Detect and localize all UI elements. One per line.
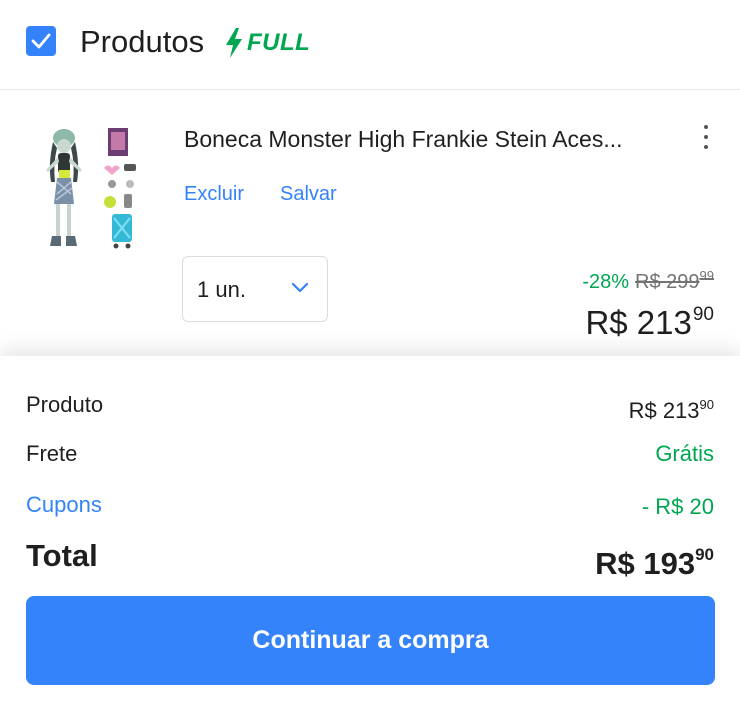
more-options-icon bbox=[704, 135, 708, 139]
original-price-integer: R$ 299 bbox=[635, 271, 700, 293]
original-price: R$ 29999 bbox=[635, 268, 714, 293]
summary-product-value-cents: 90 bbox=[699, 397, 714, 412]
product-title[interactable]: Boneca Monster High Frankie Stein Aces..… bbox=[184, 124, 684, 154]
chevron-down-icon bbox=[291, 282, 309, 293]
more-options-icon bbox=[704, 125, 708, 129]
full-badge-label: FULL bbox=[247, 29, 311, 56]
current-price-integer: R$ 213 bbox=[585, 304, 692, 341]
section-title: Produtos bbox=[80, 24, 205, 59]
quantity-select[interactable]: 1 un. bbox=[182, 256, 328, 322]
summary-total-value: R$ 19390 bbox=[595, 536, 714, 583]
current-price-cents: 90 bbox=[692, 304, 714, 325]
original-price-cents: 99 bbox=[699, 268, 714, 283]
summary-total-value-integer: R$ 193 bbox=[595, 546, 696, 581]
full-badge: FULL bbox=[224, 26, 310, 60]
save-for-later-link[interactable]: Salvar bbox=[280, 182, 337, 206]
quantity-value: 1 un. bbox=[197, 277, 246, 302]
more-options-button[interactable] bbox=[696, 122, 716, 156]
delete-link[interactable]: Excluir bbox=[184, 182, 244, 206]
lightning-bolt-icon bbox=[226, 28, 242, 58]
summary-total-label: Total bbox=[26, 538, 98, 573]
select-all-checkbox[interactable] bbox=[26, 26, 56, 56]
product-thumbnail[interactable] bbox=[38, 124, 148, 254]
more-options-icon bbox=[704, 145, 708, 149]
coupons-link[interactable]: Cupons bbox=[26, 492, 102, 518]
summary-shipping-label: Frete bbox=[26, 441, 78, 466]
summary-coupons-value: - R$ 20 bbox=[641, 494, 714, 519]
current-price: R$ 21390 bbox=[585, 296, 714, 342]
checkmark-icon bbox=[31, 33, 51, 49]
discount-percent: -28% bbox=[582, 271, 630, 293]
cart-section-header: Produtos FULL bbox=[0, 0, 740, 90]
price-discount-line: -28% R$ 29999 bbox=[582, 264, 714, 294]
doll-product-image bbox=[46, 128, 136, 249]
summary-product-value-integer: R$ 213 bbox=[628, 398, 700, 423]
summary-product-value: R$ 21390 bbox=[629, 392, 714, 424]
summary-total-value-cents: 90 bbox=[695, 545, 714, 564]
summary-shipping-value: Grátis bbox=[655, 441, 714, 466]
summary-product-label: Produto bbox=[26, 392, 104, 417]
continue-purchase-button[interactable]: Continuar a compra bbox=[26, 596, 715, 685]
